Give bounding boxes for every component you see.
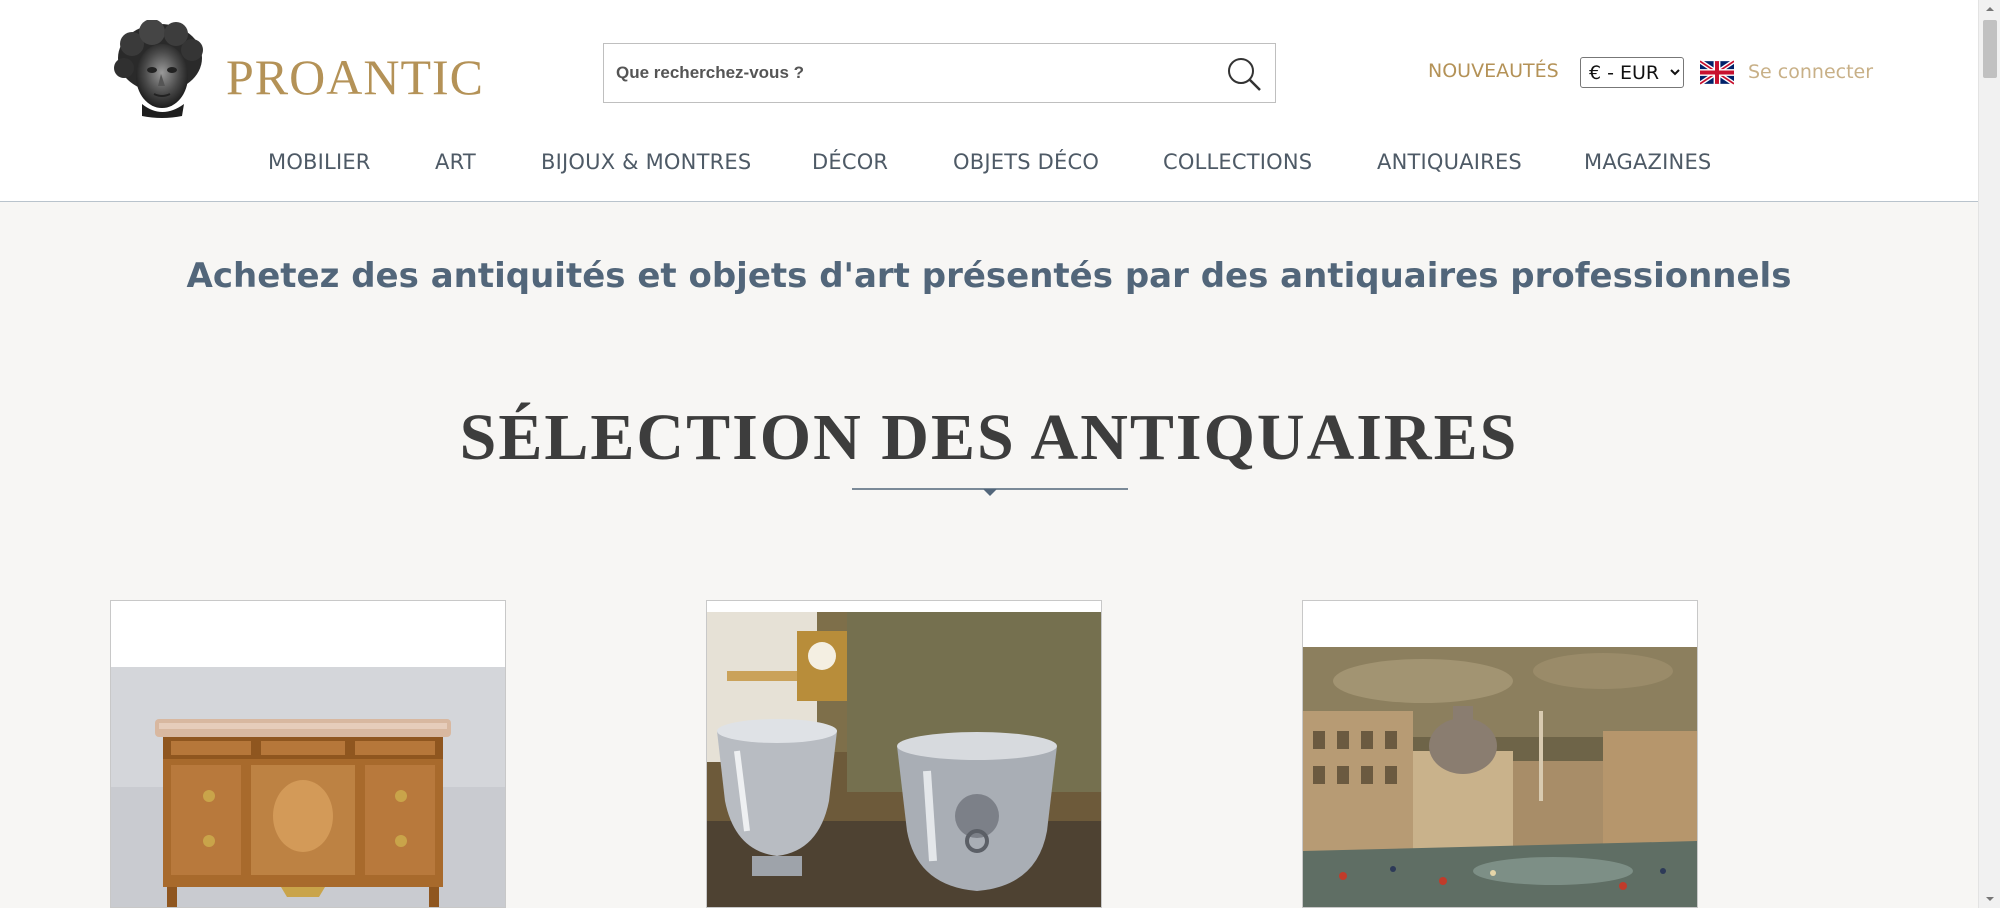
- logo-head-icon: [114, 20, 203, 118]
- search-input[interactable]: [604, 44, 1204, 102]
- main-nav: MOBILIER ART BIJOUX & MONTRES DÉCOR OBJE…: [0, 150, 1978, 180]
- search-icon[interactable]: [1225, 55, 1263, 93]
- scroll-up-icon[interactable]: [1985, 4, 1995, 14]
- scroll-down-icon[interactable]: [1985, 894, 1995, 904]
- uk-flag-icon[interactable]: [1700, 60, 1734, 85]
- nav-item-mobilier[interactable]: MOBILIER: [268, 150, 371, 174]
- brand-name: PROANTIC: [226, 49, 485, 105]
- search-bar: [603, 43, 1276, 103]
- tagline: Achetez des antiquités et objets d'art p…: [186, 256, 1792, 296]
- piazza-navona-painting-photo: [1303, 601, 1697, 907]
- nav-item-collections[interactable]: COLLECTIONS: [1163, 150, 1312, 174]
- marquetry-commode-photo: [111, 601, 505, 907]
- nav-item-antiquaires[interactable]: ANTIQUAIRES: [1377, 150, 1522, 174]
- section-title: SÉLECTION DES ANTIQUAIRES: [459, 401, 1519, 474]
- page-scrollbar[interactable]: [1978, 0, 2000, 908]
- nav-item-decor[interactable]: DÉCOR: [812, 150, 888, 174]
- page: PROANTIC NOUVEAUTÉS € - EUR Se connecter…: [0, 0, 2000, 908]
- site-header: PROANTIC NOUVEAUTÉS € - EUR Se connecter…: [0, 0, 1978, 202]
- nav-item-objets-deco[interactable]: OBJETS DÉCO: [953, 150, 1099, 174]
- silver-wine-coolers-photo: [707, 601, 1101, 907]
- nav-item-art[interactable]: ART: [435, 150, 476, 174]
- scroll-thumb[interactable]: [1983, 20, 1997, 78]
- currency-select[interactable]: € - EUR: [1580, 57, 1684, 88]
- nav-item-magazines[interactable]: MAGAZINES: [1584, 150, 1711, 174]
- product-card-commode[interactable]: [110, 600, 506, 908]
- nav-item-bijoux-montres[interactable]: BIJOUX & MONTRES: [541, 150, 751, 174]
- logo-link[interactable]: PROANTIC: [112, 20, 483, 125]
- title-divider: [852, 488, 1128, 496]
- nouveautes-link[interactable]: NOUVEAUTÉS: [1428, 60, 1559, 82]
- product-card-painting[interactable]: [1302, 600, 1698, 908]
- login-link[interactable]: Se connecter: [1748, 61, 1873, 83]
- product-card-wine-coolers[interactable]: [706, 600, 1102, 908]
